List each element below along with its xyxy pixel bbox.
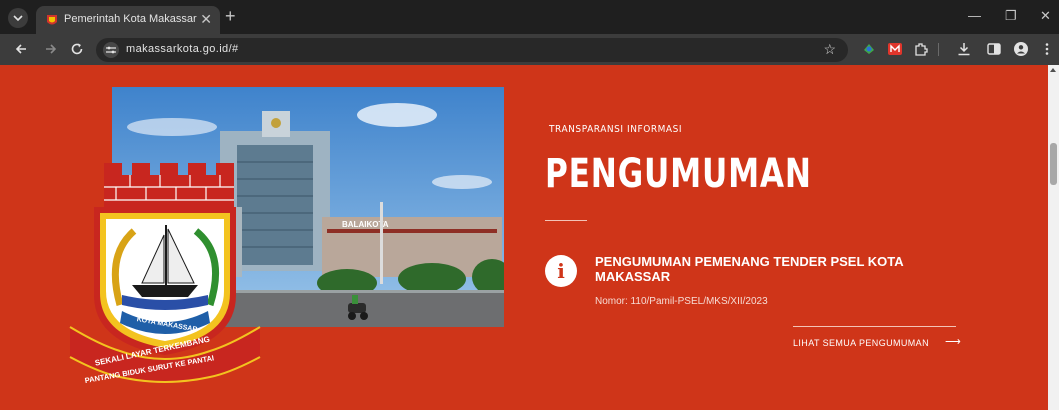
green-extension-icon[interactable]	[862, 42, 876, 56]
more-link-divider	[793, 326, 956, 327]
chevron-down-icon	[13, 15, 23, 22]
tab-search-button[interactable]	[8, 8, 28, 28]
announcement-number: Nomor: 110/Pamil-PSEL/MKS/XII/2023	[595, 296, 768, 307]
makassar-emblem: KOTA MAKASSAR SEKALI LAYAR TERKEMBANG PA…	[60, 155, 270, 385]
tab-close-icon[interactable]: ✕	[200, 10, 212, 28]
minimize-button[interactable]: —	[968, 8, 981, 24]
back-icon[interactable]	[14, 42, 28, 56]
bookmark-star-icon[interactable]: ☆	[823, 41, 836, 58]
tune-icon	[106, 46, 116, 54]
section-eyebrow: TRANSPARANSI INFORMASI	[549, 124, 683, 135]
toolbar-divider	[938, 43, 939, 56]
restore-button[interactable]: ❐	[1005, 8, 1017, 24]
browser-toolbar: makassarkota.go.id/# ☆	[0, 34, 1059, 65]
scroll-up-icon[interactable]	[1050, 68, 1056, 72]
section-heading: PENGUMUMAN	[545, 151, 812, 197]
address-bar[interactable]: makassarkota.go.id/# ☆	[96, 38, 848, 62]
scrollbar-thumb[interactable]	[1050, 143, 1057, 185]
browser-tab[interactable]: Pemerintah Kota Makassar ✕	[36, 6, 220, 34]
browser-tab-bar: Pemerintah Kota Makassar ✕ + — ❐ ✕	[0, 0, 1059, 34]
red-m-extension-icon[interactable]	[888, 42, 902, 56]
close-window-button[interactable]: ✕	[1040, 8, 1051, 24]
url-text: makassarkota.go.id/#	[126, 43, 239, 55]
arrow-right-icon[interactable]: ⟶	[945, 335, 961, 348]
reload-icon[interactable]	[70, 42, 84, 56]
favicon-icon	[47, 15, 57, 25]
page-scrollbar[interactable]	[1048, 65, 1059, 410]
profile-icon[interactable]	[1014, 42, 1028, 56]
announcement-title-link[interactable]: PENGUMUMAN PEMENANG TENDER PSEL KOTA MAK…	[595, 254, 925, 284]
download-icon[interactable]	[957, 42, 971, 56]
forward-icon[interactable]	[44, 42, 58, 56]
kebab-menu-icon[interactable]	[1040, 42, 1054, 56]
sidepanel-icon[interactable]	[987, 42, 1001, 56]
new-tab-button[interactable]: +	[225, 7, 236, 25]
see-all-announcements-link[interactable]: LIHAT SEMUA PENGUMUMAN	[793, 338, 929, 348]
info-icon: i	[545, 255, 577, 287]
tab-title: Pemerintah Kota Makassar	[64, 13, 197, 25]
heading-divider	[545, 220, 587, 221]
page-content: BALAIKOTA KOTA MAKASSAR SEKALI LAYAR TER…	[0, 65, 1059, 410]
site-info-button[interactable]	[103, 42, 119, 58]
puzzle-icon[interactable]	[914, 42, 928, 56]
